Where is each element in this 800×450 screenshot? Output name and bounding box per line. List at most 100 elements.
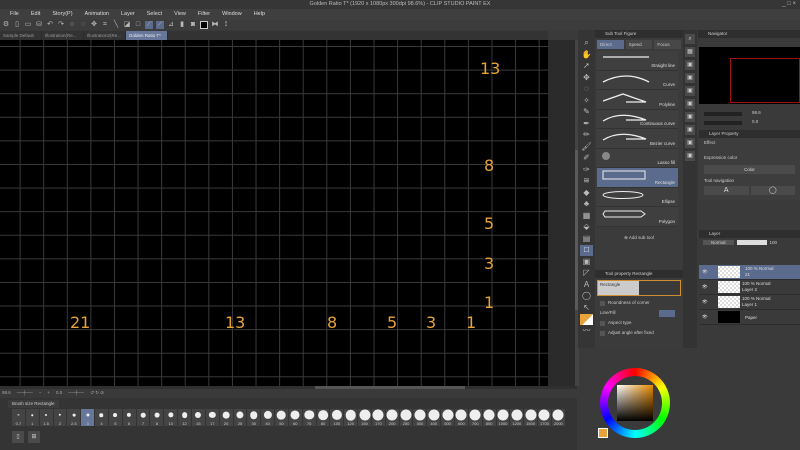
brush-size-option[interactable]: 40 [261,409,276,426]
device-icon[interactable]: ▮ [178,21,186,29]
menu-view[interactable]: View [168,9,192,20]
pen-icon[interactable]: ✒ [580,119,593,130]
layer-row[interactable]: 👁 100 % Normal Layer 1 [699,295,800,310]
snap-special-ruler-icon[interactable]: ⟋ [156,21,164,29]
menu-edit[interactable]: Edit [25,9,46,20]
new-icon[interactable]: ▯ [13,21,21,29]
brush-size-settings-icon[interactable]: ▯ [12,431,24,443]
brush-size-option[interactable]: 70 [302,409,317,426]
brush-size-option[interactable]: 1700 [538,409,552,426]
brush-size-option[interactable]: 100 [330,409,345,426]
snap-ruler-icon[interactable]: ⟋ [145,21,153,29]
subtool-polyline[interactable]: Polyline [597,90,678,110]
subtool-ellipse[interactable]: Ellipse [597,187,678,207]
main-sub-color-icon[interactable] [580,314,593,325]
panel-icon[interactable]: ▣ [685,60,695,70]
move-layer-icon[interactable]: ✥ [580,73,593,84]
tab-golden-ratio[interactable]: Golden Ratio T* [126,31,168,40]
decoration-icon[interactable]: ✑ [580,165,593,176]
subtool-lasso-fill[interactable]: Lasso fill [597,148,678,168]
correct-line-icon[interactable]: ↖ [580,303,593,314]
add-sub-tool-button[interactable]: ⊕ Add sub tool [595,235,683,241]
flip-icon[interactable]: ⧓ [211,21,219,29]
layer-row[interactable]: 👁 Paper [699,310,800,325]
invert-icon[interactable]: ◪ [123,21,131,29]
brush-size-option[interactable]: 10 [164,409,179,426]
brush-size-option[interactable]: 17 [205,409,220,426]
brush-size-option[interactable]: 2000 [551,409,566,426]
rotate-slider[interactable]: ──┼── [68,389,84,397]
group-speed[interactable]: Speed [625,40,653,49]
material-icon[interactable]: ▦ [685,47,695,57]
color-icon[interactable]: ◙ [189,21,197,29]
pencil-icon[interactable]: ✏ [580,130,593,141]
opacity-value[interactable]: 100 [770,240,778,245]
blend-icon[interactable]: ◆ [580,188,593,199]
panel-icon[interactable]: ▣ [685,86,695,96]
auto-select-icon[interactable]: ✧ [580,96,593,107]
brush-size-option[interactable]: 170 [371,409,386,426]
ruler-icon[interactable]: ◸ [580,268,593,279]
line-fill-selector[interactable]: Line/Fill [595,308,683,318]
save-icon[interactable]: ⛁ [35,21,43,29]
brush-size-option[interactable]: 200 [385,409,400,426]
text-tool-icon[interactable]: A [580,280,593,291]
redo-icon[interactable]: ↷ [57,21,65,29]
menu-help[interactable]: Help [248,9,271,20]
window-controls[interactable]: _ □ × [782,0,796,9]
panel-icon[interactable]: ▣ [685,112,695,122]
roundness-checkbox[interactable]: Roundness of corner [595,298,683,308]
group-focus[interactable]: Focus [654,40,682,49]
brush-size-option[interactable]: 7 [136,409,151,426]
menu-story[interactable]: Story(P) [46,9,78,20]
tab-sample-default[interactable]: Sample Default [0,31,42,40]
zoom-in-icon[interactable]: + [47,389,50,397]
gradient-tool-icon[interactable]: ▦ [580,211,593,222]
brush-size-option[interactable]: 3 [81,409,96,426]
brush-size-option[interactable]: 12 [178,409,192,426]
brush-size-option[interactable]: 150 [358,409,372,426]
brush-size-option[interactable]: 1 [25,409,40,426]
brush-size-option[interactable]: 80 [316,409,331,426]
fill-icon[interactable]: ♣ [580,199,593,210]
zoom-value[interactable]: 98.6 [2,389,11,397]
group-direct[interactable]: Direct [597,40,624,49]
brush-size-option[interactable]: 300 [413,409,428,426]
navigator-rotate-slider[interactable] [704,121,742,125]
drawing-canvas[interactable]: 13 8 5 3 1 21 13 8 5 3 1 [0,40,548,386]
menu-animation[interactable]: Animation [79,9,115,20]
balloon-icon[interactable]: ◯ [580,291,593,302]
brush-size-option[interactable]: 600 [455,409,469,426]
brush-size-option[interactable]: 5 [108,409,123,426]
brush-size-option[interactable]: 1500 [524,409,539,426]
eyedropper-icon[interactable]: ✎ [580,107,593,118]
brush-size-option[interactable]: 800 [482,409,497,426]
fill-icon[interactable]: ◌ [79,21,87,29]
transform-icon[interactable]: ✥ [90,21,98,29]
subtool-bezier-curve[interactable]: Bezier curve [597,129,678,149]
subtool-continuous-curve[interactable]: Continuous curve [597,109,678,129]
text-nav-button[interactable]: A [704,186,749,195]
saturation-value-square[interactable] [617,385,653,421]
crop-icon[interactable]: ⌗ [101,21,109,29]
panel-icon[interactable]: ▣ [685,99,695,109]
subtool-straight-line[interactable]: Straight line [597,51,678,71]
brush-size-option[interactable]: 250 [399,409,414,426]
rotate-icon[interactable]: ⟟ [222,21,230,29]
adjust-angle-checkbox[interactable]: Adjust angle after fixed [595,328,683,338]
brush-size-option[interactable]: 500 [441,409,455,426]
brush-size-option[interactable]: 2 [53,409,68,426]
subtool-curve[interactable]: Curve [597,70,678,90]
brush-size-option[interactable]: 2.5 [67,409,82,426]
expression-color-dropdown[interactable]: Color [704,165,795,174]
eye-icon[interactable]: 👁 [702,284,708,290]
brush-size-option[interactable]: 4 [95,409,109,426]
brush-size-option[interactable]: 1200 [510,409,525,426]
navigator-viewport[interactable] [730,58,800,103]
main-color-swatch[interactable] [598,428,608,438]
brush-size-option[interactable]: 20 [219,409,234,426]
frame-border-icon[interactable]: ▣ [580,257,593,268]
zoom-slider[interactable]: ──┼── [17,389,33,397]
gradient-icon[interactable]: ▤ [580,234,593,245]
panel-icon[interactable]: ▣ [685,151,695,161]
